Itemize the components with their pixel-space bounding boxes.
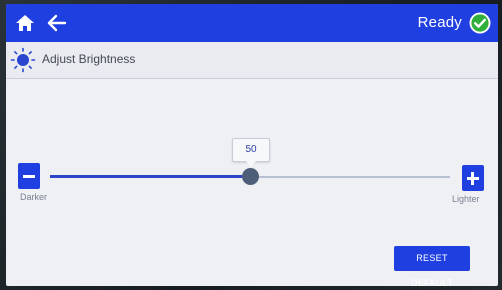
title-bar: Adjust Brightness <box>6 42 498 79</box>
increase-brightness-button[interactable] <box>462 165 484 191</box>
brightness-slider-thumb[interactable] <box>242 168 259 185</box>
home-icon[interactable] <box>14 12 36 34</box>
reset-default-button[interactable]: RESET DEFAULT <box>394 246 470 286</box>
status-text: Ready <box>417 14 462 31</box>
top-bar: Ready <box>6 4 498 42</box>
lighter-label: Lighter <box>452 194 480 204</box>
brightness-value-tooltip: 50 <box>232 138 270 167</box>
darker-label: Darker <box>20 192 48 202</box>
touch-screen: Ready Adjust Brightness Darker 50 Lighte… <box>6 4 498 286</box>
page-title: Adjust Brightness <box>42 52 136 66</box>
brightness-sun-icon <box>10 47 36 73</box>
brightness-slider-fill <box>50 175 250 178</box>
decrease-brightness-button[interactable] <box>18 163 40 189</box>
back-arrow-icon[interactable] <box>46 12 68 34</box>
check-circle-icon <box>469 12 491 34</box>
